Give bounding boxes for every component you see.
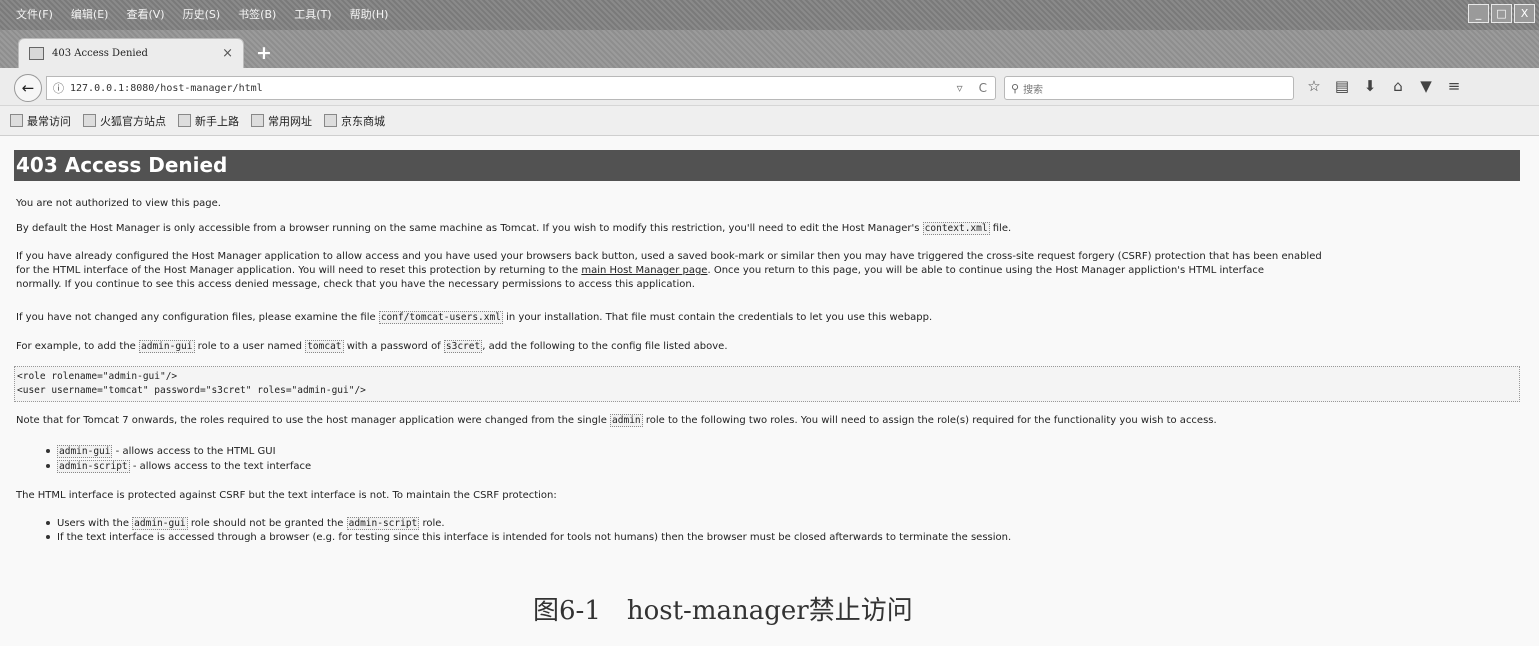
- code-tomcat-users: conf/tomcat-users.xml: [378, 311, 503, 324]
- bookmark-most-visited[interactable]: 最常访问: [10, 113, 71, 129]
- folder-icon: [10, 114, 23, 127]
- jd-icon: [324, 114, 337, 127]
- paragraph-roles-note: Note that for Tomcat 7 onwards, the role…: [16, 414, 1217, 427]
- page-title-bar: 403 Access Denied: [14, 150, 1520, 181]
- close-tab-icon[interactable]: ×: [222, 46, 233, 61]
- code-admin-gui: admin-gui: [139, 340, 195, 353]
- pocket-icon[interactable]: ▼: [1412, 77, 1440, 95]
- page-icon: [29, 47, 44, 60]
- globe-icon: [178, 114, 191, 127]
- paragraph-csrf-line1: If you have already configured the Host …: [16, 251, 1322, 262]
- menu-history[interactable]: 历史(S): [183, 6, 221, 22]
- bookmarks-bar: 最常访问 火狐官方站点 新手上路 常用网址 京东商城: [0, 106, 1539, 136]
- code-block: <role rolename="admin-gui"/> <user usern…: [14, 366, 1520, 402]
- paragraph-example: For example, to add the admin-gui role t…: [16, 340, 728, 353]
- paragraph-default-access: By default the Host Manager is only acce…: [16, 222, 1012, 235]
- paragraph-csrf-line2: for the HTML interface of the Host Manag…: [16, 265, 1265, 276]
- code-context-xml: context.xml: [922, 222, 990, 235]
- list-item-users-role: Users with the admin-gui role should not…: [46, 517, 445, 530]
- new-tab-button[interactable]: +: [256, 42, 272, 64]
- menu-tools[interactable]: 工具(T): [294, 6, 331, 22]
- tab-strip: 403 Access Denied × +: [0, 30, 1539, 68]
- main-host-manager-link[interactable]: main Host Manager page: [581, 265, 707, 276]
- paragraph-not-authorized: You are not authorized to view this page…: [16, 198, 221, 209]
- figure-caption: 图6-1 host-manager禁止访问: [533, 596, 913, 626]
- code-admin: admin: [610, 414, 643, 427]
- download-icon[interactable]: ⬇: [1356, 77, 1384, 95]
- page-title: 403 Access Denied: [16, 153, 228, 177]
- search-placeholder: 搜索: [1023, 84, 1044, 96]
- bookmark-jd[interactable]: 京东商城: [324, 113, 385, 129]
- paragraph-config-files: If you have not changed any configuratio…: [16, 311, 933, 324]
- menu-edit[interactable]: 编辑(E): [71, 6, 109, 22]
- page-icon: [251, 114, 264, 127]
- window-controls: _ □ X: [1468, 4, 1535, 23]
- menu-bookmarks[interactable]: 书签(B): [238, 6, 276, 22]
- tab-title: 403 Access Denied: [52, 48, 148, 59]
- bookmark-common-sites[interactable]: 常用网址: [251, 113, 312, 129]
- bookmark-star-icon[interactable]: ☆: [1300, 77, 1328, 95]
- toolbar-icons: ☆ ▤ ⬇ ⌂ ▼ ≡: [1300, 77, 1468, 95]
- paragraph-csrf-line3: normally. If you continue to see this ac…: [16, 279, 695, 290]
- menu-icon[interactable]: ≡: [1440, 77, 1468, 95]
- list-item-admin-script: admin-script - allows access to the text…: [46, 460, 311, 473]
- menu-bar: 文件(F) 编辑(E) 查看(V) 历史(S) 书签(B) 工具(T) 帮助(H…: [0, 0, 1539, 30]
- close-window-button[interactable]: X: [1514, 4, 1535, 23]
- info-icon[interactable]: ⓘ: [53, 80, 64, 96]
- code-s3cret: s3cret: [443, 340, 483, 353]
- code-line-role: <role rolename="admin-gui"/>: [17, 371, 178, 382]
- nav-bar: ← ⓘ 127.0.0.1:8080/host-manager/html ▿ C…: [0, 68, 1539, 106]
- minimize-button[interactable]: _: [1468, 4, 1489, 23]
- menu-view[interactable]: 查看(V): [126, 6, 164, 22]
- reload-icon[interactable]: C: [979, 81, 987, 95]
- page-icon: [83, 114, 96, 127]
- dropdown-icon[interactable]: ▿: [957, 81, 963, 95]
- bullet: [46, 535, 50, 539]
- back-button[interactable]: ←: [14, 74, 42, 102]
- menu-file[interactable]: 文件(F): [16, 6, 53, 22]
- list-item-browser-close: If the text interface is accessed throug…: [46, 531, 1011, 544]
- bullet: [46, 521, 50, 525]
- search-icon: ⚲: [1011, 81, 1020, 95]
- maximize-button[interactable]: □: [1491, 4, 1512, 23]
- home-icon[interactable]: ⌂: [1384, 77, 1412, 95]
- reading-list-icon[interactable]: ▤: [1328, 77, 1356, 95]
- url-text[interactable]: 127.0.0.1:8080/host-manager/html: [70, 83, 949, 94]
- page-content: 403 Access Denied You are not authorized…: [0, 136, 1539, 646]
- search-bar[interactable]: ⚲ 搜索: [1004, 76, 1294, 100]
- bookmark-firefox-site[interactable]: 火狐官方站点: [83, 113, 166, 129]
- list-item-admin-gui: admin-gui - allows access to the HTML GU…: [46, 445, 276, 458]
- bookmark-getting-started[interactable]: 新手上路: [178, 113, 239, 129]
- code-tomcat: tomcat: [305, 340, 344, 353]
- url-bar[interactable]: ⓘ 127.0.0.1:8080/host-manager/html ▿ C: [46, 76, 996, 100]
- code-line-user: <user username="tomcat" password="s3cret…: [17, 385, 366, 396]
- bullet: [46, 464, 50, 468]
- paragraph-csrf-protection: The HTML interface is protected against …: [16, 490, 557, 501]
- bullet: [46, 449, 50, 453]
- tab-403[interactable]: 403 Access Denied ×: [18, 38, 244, 68]
- menu-help[interactable]: 帮助(H): [350, 6, 389, 22]
